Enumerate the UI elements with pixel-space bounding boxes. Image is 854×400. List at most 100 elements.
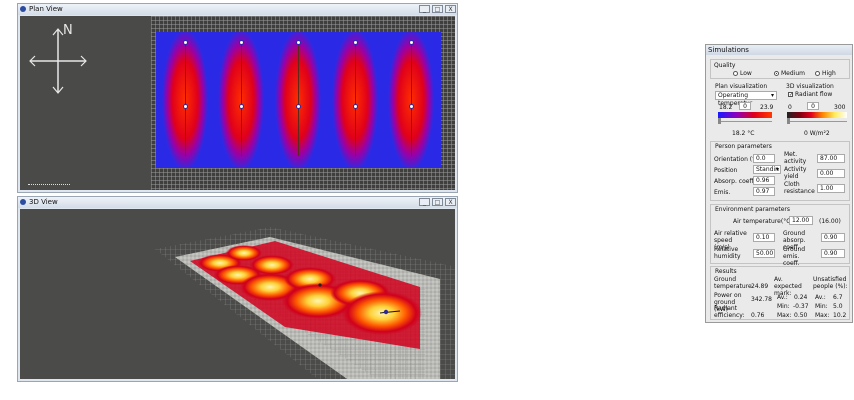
plan-readout: 18.2 °C — [732, 130, 755, 137]
heater-line — [411, 44, 412, 156]
activity-yield-label: Activity yield — [784, 166, 807, 180]
radiant-slider-thumb[interactable] — [787, 118, 790, 124]
maximize-button[interactable]: □ — [432, 5, 443, 13]
expected-min-value: -0.37 — [793, 303, 809, 310]
met-activity-label: Met. activity — [784, 151, 807, 165]
plan-view-canvas[interactable]: N — [20, 16, 455, 190]
visualization-3d-label: 3D visualization — [786, 83, 834, 90]
view3d-scene — [155, 227, 455, 379]
environment-parameters-label: Environment parameters — [715, 206, 791, 213]
heater-marker[interactable] — [409, 104, 414, 109]
window-icon — [20, 199, 26, 205]
radiant-scale-max: 300 — [834, 104, 846, 111]
simulations-titlebar[interactable]: Simulations — [706, 45, 852, 55]
chevron-down-icon: ▾ — [775, 166, 779, 173]
heater-marker[interactable] — [239, 40, 244, 45]
results-label: Results — [715, 268, 737, 275]
quality-medium-radio[interactable] — [774, 71, 779, 76]
radiant-flow-checkbox[interactable]: ✓ — [788, 92, 793, 98]
orientation-label: Orientation (°) — [714, 156, 758, 163]
air-temperature-extra: (16.00) — [819, 218, 841, 225]
expected-av-value: 0.24 — [794, 294, 808, 301]
minimize-button[interactable]: _ — [419, 5, 430, 13]
scale-bar — [28, 180, 70, 185]
environment-group: Environment parameters Air temperature(°… — [710, 204, 850, 267]
emis-field[interactable]: 0.97 — [753, 187, 775, 196]
compass-icon: N — [28, 24, 88, 96]
simulations-title: Simulations — [708, 46, 749, 54]
view3d-title: 3D View — [29, 198, 58, 206]
simulations-panel: Simulations Quality Low Medium High Plan… — [705, 44, 853, 323]
plan-scale-max: 23.9 — [760, 104, 774, 111]
quality-high-radio[interactable] — [815, 71, 820, 76]
ground-temperature-value: 24.89 — [751, 283, 769, 290]
unsatisfied-max-value: 10.2 — [833, 312, 847, 319]
air-speed-field[interactable]: 0.10 — [753, 233, 775, 242]
person-group: Person parameters Orientation (°) 0.0 Po… — [710, 141, 850, 201]
heater-marker[interactable] — [353, 104, 358, 109]
heater-marker[interactable] — [183, 104, 188, 109]
heater-line — [241, 44, 242, 156]
heater-marker[interactable] — [183, 40, 188, 45]
quality-low-radio[interactable] — [733, 71, 738, 76]
unsatisfied-min-label: Min: — [815, 303, 828, 310]
compass-north-label: N — [63, 23, 73, 38]
humidity-field[interactable]: 50.00 — [753, 249, 775, 258]
quality-high-label: High — [822, 70, 836, 77]
plan-scale-marker[interactable]: 0 — [739, 102, 751, 110]
activity-yield-field[interactable]: 0.00 — [817, 169, 845, 178]
emis-label: Emis. — [714, 189, 731, 196]
absorp-label: Absorp. coeff. — [714, 178, 756, 185]
plan-view-titlebar[interactable]: Plan View _ □ X — [18, 4, 457, 15]
plan-visualization-label: Plan visualization — [715, 83, 768, 90]
heater-line — [298, 44, 299, 156]
radiant-scale-marker[interactable]: 0 — [807, 102, 819, 110]
plan-slider-thumb[interactable] — [718, 118, 721, 124]
close-button[interactable]: X — [445, 198, 456, 206]
radiant-flow-label: Radiant flow — [795, 91, 833, 98]
position-label: Position — [714, 167, 738, 174]
unsatisfied-av-value: 6.7 — [833, 294, 843, 301]
ground-emis-field[interactable]: 0.90 — [821, 249, 845, 258]
quality-label: Quality — [714, 62, 736, 69]
cloth-resistance-field[interactable]: 1.00 — [817, 184, 845, 193]
heater-marker[interactable] — [409, 40, 414, 45]
orientation-field[interactable]: 0.0 — [753, 154, 775, 163]
met-activity-field[interactable]: 87.00 — [817, 154, 845, 163]
unsatisfied-max-label: Max: — [815, 312, 830, 319]
radiant-efficiency-value: 0.76 — [751, 312, 765, 319]
ground-absorp-field[interactable]: 0.90 — [821, 233, 845, 242]
heater-marker[interactable] — [353, 40, 358, 45]
plan-view-window: Plan View _ □ X N — [17, 3, 458, 193]
absorp-field[interactable]: 0.96 — [753, 176, 775, 185]
expected-max-value: 0.50 — [794, 312, 808, 319]
unsatisfied-header: Unsatisfied people (%): — [813, 276, 848, 290]
radiant-color-scale — [787, 112, 847, 118]
heater-marker[interactable] — [296, 40, 301, 45]
air-temperature-field[interactable]: 12.00 — [789, 216, 813, 225]
close-button[interactable]: X — [445, 5, 456, 13]
expected-min-label: Min: — [777, 303, 790, 310]
chevron-down-icon: ▾ — [770, 92, 774, 99]
view3d-titlebar[interactable]: 3D View _ □ X — [18, 197, 457, 208]
humidity-label: Relative humidity — [714, 246, 741, 260]
view3d-canvas[interactable] — [20, 209, 455, 379]
window-icon — [20, 6, 26, 12]
position-select[interactable]: Standin ▾ — [753, 165, 781, 174]
radiant-scale-min: 0 — [788, 104, 792, 111]
heater-marker-3d[interactable] — [383, 309, 389, 315]
power-on-ground-value: 342.78 — [751, 296, 772, 303]
radiant-readout: 0 W/m²2 — [804, 130, 830, 137]
minimize-button[interactable]: _ — [419, 198, 430, 206]
heater-marker[interactable] — [296, 104, 301, 109]
heater-marker[interactable] — [239, 104, 244, 109]
quality-low-label: Low — [740, 70, 752, 77]
plan-visualization-select[interactable]: Operating temperatur ▾ — [715, 91, 777, 107]
plan-scale-slider[interactable] — [718, 121, 772, 122]
radiant-scale-slider[interactable] — [787, 121, 847, 122]
ground-temperature-label: Ground temperature — [714, 276, 752, 290]
radiant-efficiency-label: Radiant efficiency: — [714, 305, 745, 319]
maximize-button[interactable]: □ — [432, 198, 443, 206]
heater-line — [355, 44, 356, 156]
unsatisfied-min-value: 5.0 — [833, 303, 843, 310]
